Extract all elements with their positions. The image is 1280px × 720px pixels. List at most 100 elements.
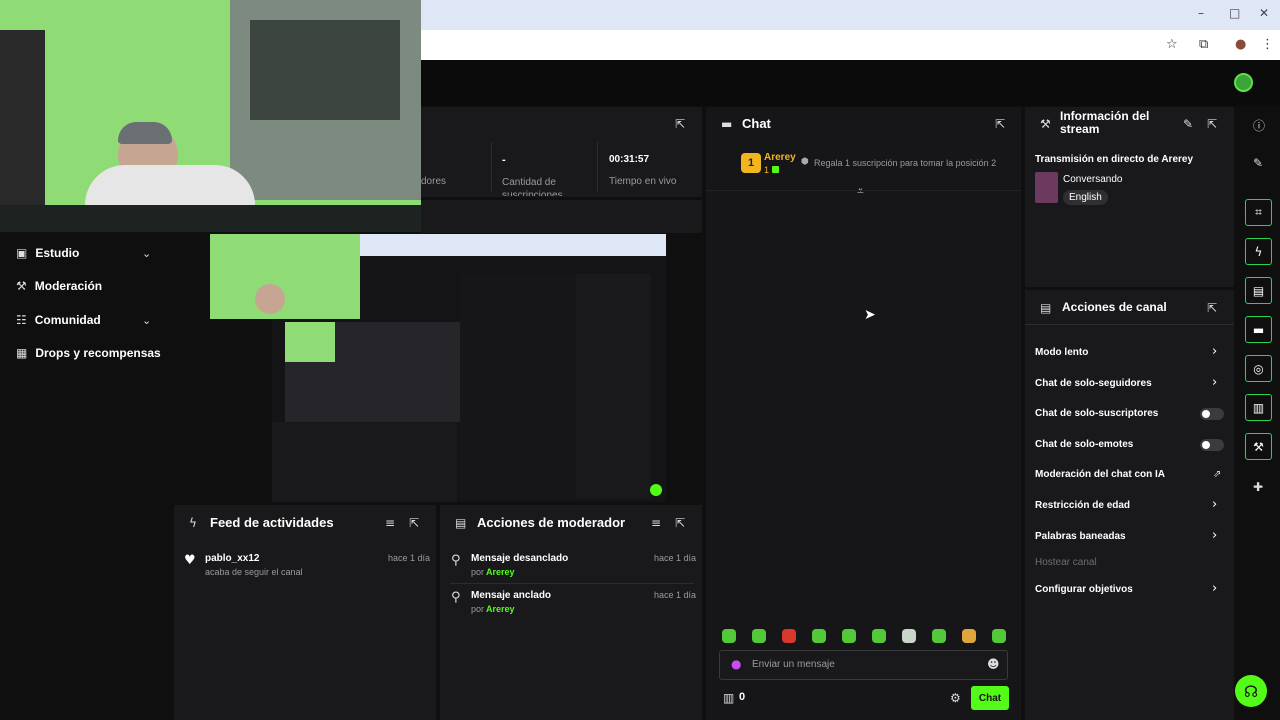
mod-action-by[interactable]: Arerey [486, 567, 515, 577]
chevron-right-icon[interactable]: › [1212, 375, 1217, 390]
emote[interactable] [752, 629, 766, 643]
preview-support-button [650, 484, 662, 496]
sidebar-item-drops[interactable]: ▦ Drops y recompensas [16, 342, 161, 364]
emote[interactable] [962, 629, 976, 643]
restore-icon[interactable]: □ [1229, 6, 1240, 20]
chevron-down-icon[interactable]: ⌄ [142, 314, 151, 327]
sidebar-item-label: Moderación [34, 279, 103, 293]
bolt-icon[interactable]: ϟ [1245, 238, 1272, 265]
channel-action-slow-mode[interactable]: Modo lento [1035, 347, 1088, 358]
emote[interactable] [872, 629, 886, 643]
settings-gear-icon[interactable]: ⚙ [950, 691, 961, 705]
preview-person [255, 284, 285, 314]
channel-icon: ▤ [1040, 301, 1052, 315]
screen-capture-icon[interactable]: ⌗ [1245, 199, 1272, 226]
channel-action-age-restriction[interactable]: Restricción de edad [1035, 500, 1130, 511]
edit-icon[interactable]: ✎ [1253, 156, 1263, 170]
channel-action-followers-only[interactable]: Chat de solo-seguidores [1035, 378, 1152, 389]
broadcast-icon[interactable]: ◎ [1245, 355, 1272, 382]
channel-action-banned-words[interactable]: Palabras baneadas [1035, 531, 1126, 542]
mod-action-by[interactable]: Arerey [486, 604, 515, 614]
filter-icon[interactable]: ≡ [651, 516, 661, 530]
popout-icon[interactable]: ⇱ [675, 117, 685, 131]
bookmark-star-icon[interactable]: ☆ [1166, 37, 1178, 52]
emote[interactable] [932, 629, 946, 643]
sidebar-item-label: Comunidad [34, 313, 101, 327]
popout-icon[interactable]: ⇱ [1207, 301, 1217, 315]
channel-action-goals[interactable]: Configurar objetivos [1035, 584, 1133, 595]
chat-bubble-icon[interactable]: ▬ [1245, 316, 1272, 343]
followers-label: dores [421, 176, 447, 187]
user-avatar[interactable] [1234, 73, 1253, 92]
bolt-icon: ϟ [189, 516, 197, 530]
activity-user[interactable]: pablo_xx12 [205, 553, 259, 564]
mod-action-time: hace 1 día [654, 590, 697, 600]
preview-nested-webcam [285, 322, 335, 362]
channel-action-emotes-only: Chat de solo-emotes [1035, 439, 1134, 450]
subs-label: Cantidad de suscripciones [502, 177, 563, 196]
preview-margin [172, 232, 210, 502]
mod-action-by-label: por [471, 604, 485, 614]
sidebar-item-estudio[interactable]: ▣ Estudio [16, 242, 79, 264]
window-pane-image [250, 20, 400, 120]
preview-actions [576, 274, 651, 499]
sidebar-item-comunidad[interactable]: ☷ Comunidad [16, 309, 101, 331]
divider [450, 583, 694, 584]
popout-icon[interactable]: ⇱ [1207, 117, 1217, 131]
popout-icon[interactable]: ⇱ [675, 516, 685, 530]
chevron-right-icon[interactable]: › [1212, 581, 1217, 596]
sidebar-item-label: Estudio [35, 246, 80, 260]
popout-icon[interactable]: ⇱ [995, 117, 1005, 131]
add-widget-icon[interactable]: ✚ [1253, 480, 1263, 494]
support-chat-button[interactable]: ☊ [1235, 675, 1267, 707]
emote[interactable] [842, 629, 856, 643]
edit-icon[interactable]: ✎ [1183, 117, 1193, 131]
cap-image [118, 122, 172, 144]
category-thumbnail[interactable] [1035, 172, 1058, 203]
external-link-icon[interactable]: ⇗ [1213, 469, 1221, 480]
minimize-icon[interactable]: – [1198, 6, 1204, 20]
live-time-label: Tiempo en vivo [609, 176, 677, 187]
divider [597, 142, 598, 192]
chevron-right-icon[interactable]: › [1212, 528, 1217, 543]
emote[interactable] [722, 629, 736, 643]
emote[interactable] [812, 629, 826, 643]
leaderboard-count: 1 [764, 165, 770, 175]
chevron-right-icon[interactable]: › [1212, 497, 1217, 512]
sidebar-item-moderacion[interactable]: ⚒ Moderación [16, 275, 102, 297]
chevron-down-icon[interactable]: ⌄ [142, 247, 151, 260]
preview-sidebar [210, 319, 272, 502]
extensions-icon[interactable]: ⧉ [1199, 37, 1208, 52]
category-name[interactable]: Conversando [1063, 174, 1122, 185]
subscribers-only-toggle[interactable] [1200, 408, 1224, 420]
emoji-icon[interactable]: ☻ [987, 657, 1000, 671]
browser-menu-icon[interactable]: ⋮ [1261, 37, 1274, 52]
store-icon[interactable]: ▥ [723, 691, 734, 705]
chevron-right-icon[interactable]: › [1212, 344, 1217, 359]
collapse-icon[interactable]: ⩡ [857, 184, 864, 199]
document-icon[interactable]: ▤ [1245, 277, 1272, 304]
leaderboard-user[interactable]: Arerey [764, 152, 796, 163]
address-bar[interactable] [421, 30, 1280, 60]
microphone-icon[interactable]: ● [731, 657, 741, 671]
channel-action-ai-moderation[interactable]: Moderación del chat con IA [1035, 469, 1165, 480]
close-icon[interactable]: ✕ [1259, 6, 1269, 20]
chat-input-placeholder: Enviar un mensaje [752, 659, 835, 670]
divider [1025, 324, 1234, 325]
emotes-only-toggle[interactable] [1200, 439, 1224, 451]
emote[interactable] [992, 629, 1006, 643]
channel-icon[interactable]: ▥ [1245, 394, 1272, 421]
profile-avatar-icon[interactable]: ● [1235, 37, 1246, 52]
live-time-value: 00:31:57 [609, 154, 650, 165]
mod-action-title: Mensaje desanclado [471, 553, 569, 564]
stream-heading: Transmisión en directo de Arerey [1035, 154, 1194, 165]
emote[interactable] [782, 629, 796, 643]
emote[interactable] [902, 629, 916, 643]
popout-icon[interactable]: ⇱ [409, 516, 419, 530]
filter-icon[interactable]: ≡ [385, 516, 395, 530]
preview-browserbar [360, 234, 666, 256]
info-icon[interactable]: ⓘ [1253, 117, 1265, 134]
preview-chat [460, 274, 575, 499]
wrench-icon[interactable]: ⚒ [1245, 433, 1272, 460]
send-chat-button[interactable]: Chat [971, 686, 1009, 710]
